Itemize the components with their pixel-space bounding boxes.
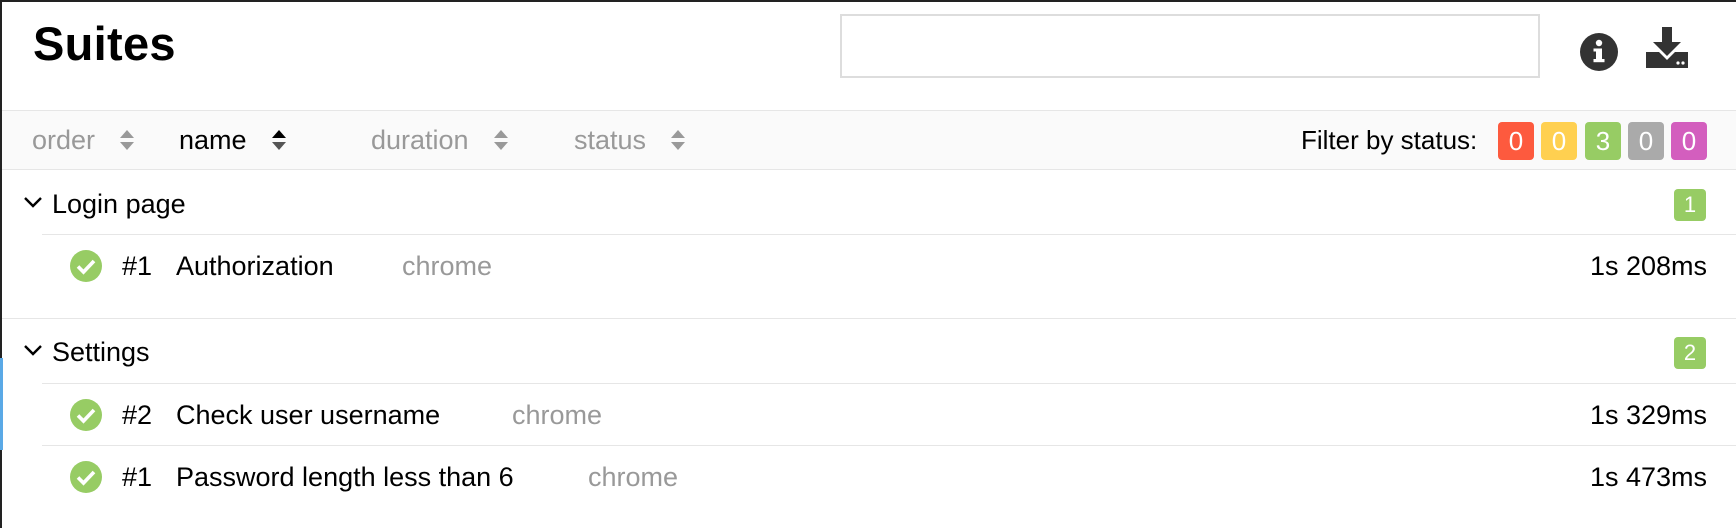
suite-title: Login page (52, 188, 186, 219)
sort-order[interactable]: order (32, 111, 135, 169)
sort-status-label: status (574, 124, 647, 155)
test-name: Password length less than 6 (176, 461, 514, 492)
info-circle-icon (1580, 33, 1618, 71)
test-name: Authorization (176, 250, 334, 281)
test-parameter: chrome (588, 461, 679, 492)
passed-check-icon (70, 461, 102, 493)
filter-unknown-badge[interactable]: 0 (1671, 122, 1707, 160)
suite-title: Settings (52, 336, 150, 367)
test-number: #2 (122, 399, 153, 430)
sort-order-label: order (32, 124, 96, 155)
sort-name-label: name (179, 124, 247, 155)
suite-count-badge: 2 (1674, 337, 1706, 369)
filter-passed-badge[interactable]: 3 (1585, 122, 1621, 160)
filter-broken-badge[interactable]: 0 (1541, 122, 1577, 160)
test-parameter: chrome (512, 399, 603, 430)
sort-arrows-icon (493, 130, 508, 150)
suite-header-login-page[interactable]: Login page 1 (2, 171, 1736, 237)
test-duration: 1s 208ms (1589, 250, 1707, 281)
suite-header-settings[interactable]: Settings 2 (2, 319, 1736, 385)
passed-check-icon (70, 250, 102, 282)
sort-arrows-icon (120, 130, 135, 150)
filter-skipped-badge[interactable]: 0 (1628, 122, 1664, 160)
test-duration: 1s 473ms (1589, 461, 1707, 492)
test-number: #1 (122, 461, 153, 492)
sort-name[interactable]: name (179, 111, 287, 169)
sort-arrows-icon (271, 130, 286, 150)
filter-label: Filter by status: (1301, 124, 1478, 155)
download-icon (1646, 27, 1688, 68)
passed-check-icon (70, 399, 102, 431)
header: Suites (0, 0, 1736, 110)
test-row[interactable]: #1 Password length less than 6 chrome 1s… (42, 445, 1736, 507)
page-title: Suites (33, 17, 176, 70)
search-input[interactable] (840, 14, 1540, 78)
sort-duration-label: duration (371, 124, 469, 155)
sort-status[interactable]: status (574, 111, 686, 169)
test-number: #1 (122, 250, 153, 281)
suite-count-badge: 1 (1674, 189, 1706, 221)
filter-failed-badge[interactable]: 0 (1498, 122, 1534, 160)
sort-arrows-icon (671, 130, 686, 150)
download-button[interactable] (1643, 24, 1691, 72)
test-name: Check user username (176, 399, 441, 430)
info-button[interactable] (1575, 28, 1623, 76)
chevron-down-icon (24, 345, 42, 356)
test-duration: 1s 329ms (1589, 399, 1707, 430)
sort-toolbar: order name duration status Filter by sta… (2, 110, 1736, 170)
chevron-down-icon (24, 197, 42, 208)
test-row[interactable]: #1 Authorization chrome 1s 208ms (42, 234, 1736, 296)
test-parameter: chrome (402, 250, 493, 281)
sort-duration[interactable]: duration (371, 111, 509, 169)
test-row[interactable]: #2 Check user username chrome 1s 329ms (42, 383, 1736, 445)
